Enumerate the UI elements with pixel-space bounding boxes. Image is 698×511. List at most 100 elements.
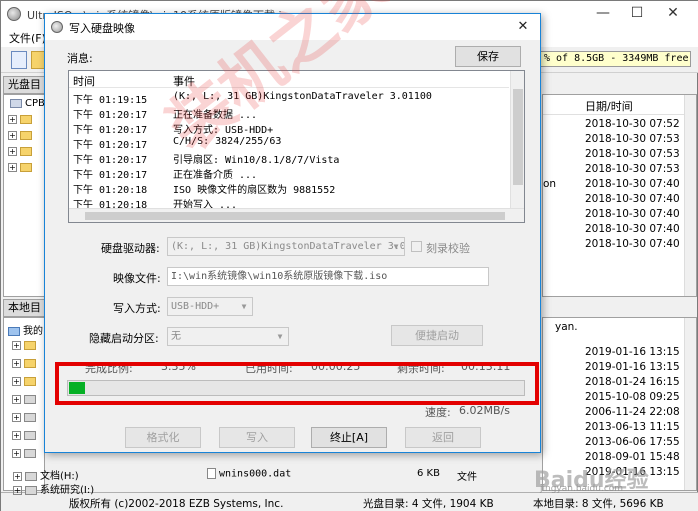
log-time-header[interactable]: 时间: [73, 73, 95, 89]
cd-tree-node[interactable]: +: [8, 146, 35, 162]
local-tree-node[interactable]: +: [12, 358, 39, 374]
save-button[interactable]: 保存: [455, 46, 521, 67]
list-item[interactable]: 2006-11-24 22:08: [585, 406, 680, 421]
expand-icon[interactable]: +: [8, 130, 17, 140]
local-tree-node[interactable]: +: [12, 412, 39, 428]
local-tree-root[interactable]: 我的: [8, 322, 43, 338]
quick-boot-button[interactable]: 便捷启动: [391, 325, 483, 346]
expand-icon[interactable]: +: [8, 162, 17, 172]
log-row: 下午 01:20:17 C/H/S: 3824/255/63: [73, 136, 282, 151]
expand-icon[interactable]: +: [12, 430, 21, 440]
speed-label: 速度:: [425, 406, 451, 419]
list-item[interactable]: 2018-10-30 07:53: [585, 163, 680, 178]
list-item-name-fragment: on: [543, 178, 557, 190]
drive-select[interactable]: (K:, L:, 31 GB)KingstonDataTraveler 3.01…: [167, 237, 405, 256]
cd-tree-node[interactable]: +: [8, 114, 35, 130]
drive-icon: [25, 471, 37, 481]
list-item[interactable]: 2018-10-30 07:53: [585, 133, 680, 148]
stop-button[interactable]: 终止[A]: [311, 427, 387, 448]
log-event-header[interactable]: 事件: [173, 73, 195, 89]
image-file-field[interactable]: I:\win系统镜像\win10系统原版镜像下载.iso: [167, 267, 489, 286]
local-tree-node[interactable]: +: [12, 376, 39, 392]
expand-icon[interactable]: +: [12, 412, 21, 422]
expand-icon[interactable]: +: [12, 394, 21, 404]
date-column-header[interactable]: 日期/时间: [585, 98, 633, 114]
list-item[interactable]: 2018-10-30 07:40: [585, 208, 680, 223]
list-item[interactable]: 2019-01-16 13:15: [585, 346, 680, 361]
expand-icon[interactable]: +: [13, 485, 22, 495]
cd-tree-node[interactable]: +: [8, 130, 35, 146]
expand-icon[interactable]: +: [12, 448, 21, 458]
verify-label: 刻录校验: [426, 242, 470, 255]
hide-partition-select[interactable]: 无 ▼: [167, 327, 289, 346]
list-item[interactable]: 2018-10-30 07:53: [585, 148, 680, 163]
folder-icon: [20, 130, 32, 140]
tree-node-tools[interactable]: + 系统研究(I:): [13, 481, 213, 497]
log-vertical-scrollbar[interactable]: [510, 71, 524, 208]
local-list-scrollbar[interactable]: [684, 318, 696, 490]
folder-icon: [20, 114, 32, 124]
local-tree-node[interactable]: +: [12, 394, 39, 410]
list-item[interactable]: 2018-10-30 07:40: [585, 193, 680, 208]
cd-tree: CPBA_ + + + +: [3, 94, 57, 297]
expand-icon[interactable]: +: [12, 376, 21, 386]
dialog-title-bar: 写入硬盘映像 ✕: [45, 14, 540, 40]
folder-icon: [20, 146, 32, 156]
expand-icon[interactable]: +: [13, 471, 22, 481]
local-tree-node[interactable]: +: [12, 448, 39, 464]
expand-icon[interactable]: +: [8, 114, 17, 124]
chevron-down-icon: ▼: [241, 302, 247, 311]
capacity-indicator: % of 8.5GB - 3349MB free: [539, 51, 691, 67]
expand-icon[interactable]: +: [8, 146, 17, 156]
image-file-label: 映像文件:: [113, 272, 161, 285]
cd-status: 光盘目录: 4 文件, 1904 KB: [363, 498, 494, 510]
new-file-icon[interactable]: [11, 51, 27, 69]
local-tree-node[interactable]: +: [12, 340, 39, 356]
folder-icon: [24, 358, 36, 368]
format-button[interactable]: 格式化: [125, 427, 201, 448]
scroll-thumb[interactable]: [85, 212, 505, 220]
hide-partition-label: 隐藏启动分区:: [89, 332, 159, 345]
message-log: 时间 事件 下午 01:19:15 (K:, L:, 31 GB)Kingston…: [68, 70, 525, 223]
folder-icon: [24, 376, 36, 386]
computer-icon: [8, 326, 20, 336]
scroll-thumb[interactable]: [513, 89, 523, 185]
expand-icon[interactable]: +: [12, 340, 21, 350]
baidu-watermark-url: jingyan.baidu.com: [540, 484, 624, 494]
write-disk-image-dialog: 写入硬盘映像 ✕ 消息: 保存 时间 事件 下午 01:19:15 (K:, L:…: [44, 13, 541, 453]
copyright-text: 版权所有 (c)2002-2018 EZB Systems, Inc.: [69, 498, 284, 510]
verify-checkbox[interactable]: [411, 241, 422, 252]
maximize-icon[interactable]: ☐: [619, 1, 655, 27]
write-button[interactable]: 写入: [219, 427, 295, 448]
expand-icon[interactable]: +: [12, 358, 21, 368]
list-item[interactable]: 2018-10-30 07:40: [585, 178, 680, 193]
cd-list-scrollbar[interactable]: [684, 95, 696, 296]
list-item[interactable]: 2018-10-30 07:40: [585, 238, 680, 253]
write-mode-select[interactable]: USB-HDD+ ▼: [167, 297, 253, 316]
folder-icon: [20, 162, 32, 172]
local-tree-node[interactable]: +: [12, 430, 39, 446]
chevron-down-icon: ▼: [277, 332, 283, 341]
cd-tree-node[interactable]: +: [8, 162, 35, 178]
progress-highlight-box: [55, 362, 539, 405]
list-item[interactable]: 2019-01-16 13:15: [585, 361, 680, 376]
close-window-icon[interactable]: ✕: [655, 1, 691, 27]
log-row: 下午 01:20:18 ISO 映像文件的扇区数为 9881552: [73, 185, 336, 196]
list-item[interactable]: 2015-10-08 09:25: [585, 391, 680, 406]
log-row: 下午 01:19:15 (K:, L:, 31 GB)KingstonDataTr…: [73, 91, 432, 106]
log-row: 下午 01:20:17 正在准备介质 ...: [73, 170, 258, 181]
minimize-icon[interactable]: —: [585, 1, 621, 27]
close-icon[interactable]: ✕: [514, 18, 532, 36]
back-button[interactable]: 返回: [405, 427, 481, 448]
ultraiso-disc-icon: [7, 7, 21, 21]
list-item[interactable]: 2018-01-24 16:15: [585, 376, 680, 391]
list-item-name-fragment: yan.: [555, 321, 578, 333]
list-item[interactable]: 2013-06-13 11:15: [585, 421, 680, 436]
list-item[interactable]: 2013-06-06 17:55: [585, 436, 680, 451]
menu-file[interactable]: 文件(F): [9, 30, 46, 46]
log-horizontal-scrollbar[interactable]: [69, 208, 524, 222]
cd-panel-header: 光盘目录: [3, 76, 45, 107]
drive-icon: [24, 412, 36, 422]
list-item[interactable]: 2018-10-30 07:40: [585, 223, 680, 238]
list-item[interactable]: 2018-10-30 07:52: [585, 118, 680, 133]
